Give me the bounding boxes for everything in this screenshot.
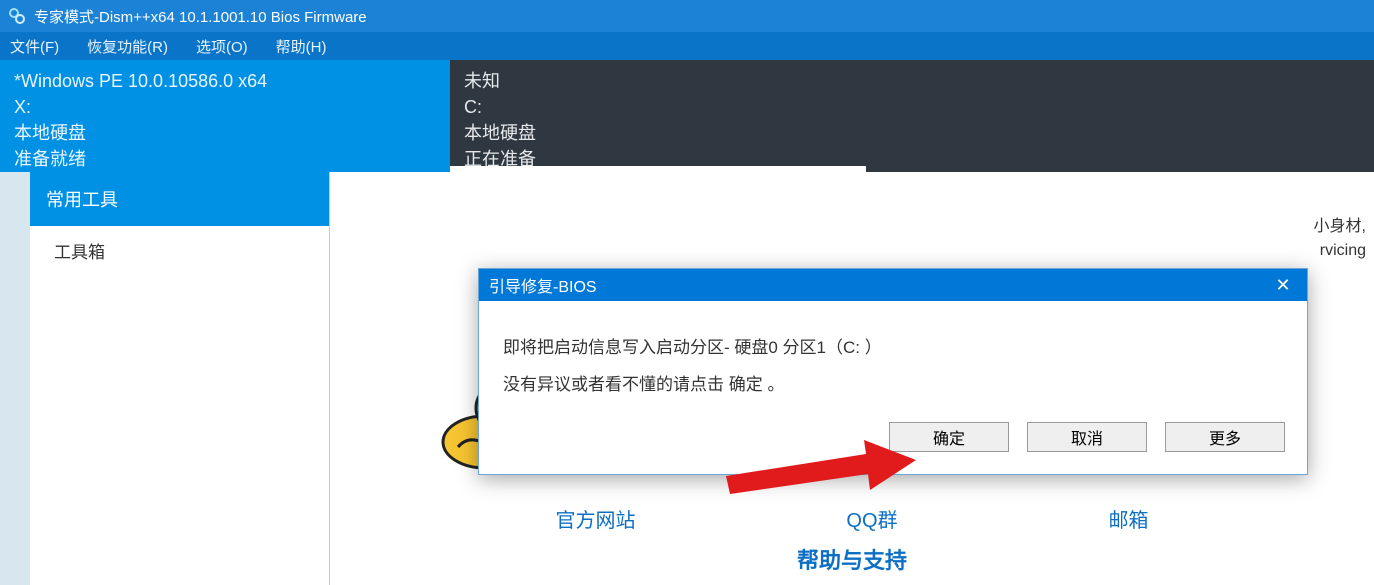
boot-repair-dialog: 引导修复-BIOS ✕ 即将把启动信息写入启动分区- 硬盘0 分区1（C: ） … bbox=[478, 268, 1308, 475]
os2-drive: C: bbox=[464, 94, 1360, 120]
os-info-left[interactable]: *Windows PE 10.0.10586.0 x64 X: 本地硬盘 准备就… bbox=[0, 60, 450, 172]
sidebar-header: 常用工具 bbox=[30, 172, 329, 226]
menubar: 文件(F) 恢复功能(R) 选项(O) 帮助(H) bbox=[0, 32, 1374, 60]
link-mail[interactable]: 邮箱 bbox=[1109, 504, 1149, 533]
titlebar: 专家模式-Dism++x64 10.1.1001.10 Bios Firmwar… bbox=[0, 0, 1374, 32]
os-info-row: *Windows PE 10.0.10586.0 x64 X: 本地硬盘 准备就… bbox=[0, 60, 1374, 172]
os-status: 准备就绪 bbox=[14, 146, 436, 172]
more-button[interactable]: 更多 bbox=[1165, 422, 1285, 452]
menu-recovery[interactable]: 恢复功能(R) bbox=[87, 36, 168, 57]
menu-file[interactable]: 文件(F) bbox=[10, 36, 59, 57]
dialog-titlebar: 引导修复-BIOS ✕ bbox=[479, 269, 1307, 301]
os-info-right[interactable]: 未知 C: 本地硬盘 正在准备 bbox=[450, 60, 1374, 172]
menu-options[interactable]: 选项(O) bbox=[196, 36, 248, 57]
blurb-line2: rvicing bbox=[1314, 239, 1366, 263]
dialog-line1: 即将把启动信息写入启动分区- 硬盘0 分区1（C: ） bbox=[503, 329, 1283, 366]
os2-disk-type: 本地硬盘 bbox=[464, 120, 1360, 146]
dialog-line2: 没有异议或者看不懂的请点击 确定 。 bbox=[503, 366, 1283, 403]
os-disk-type: 本地硬盘 bbox=[14, 120, 436, 146]
sidebar-item-toolbox[interactable]: 工具箱 bbox=[30, 226, 329, 275]
dialog-title-text: 引导修复-BIOS bbox=[489, 273, 597, 297]
links-row: 官方网站 QQ群 邮箱 bbox=[330, 504, 1374, 533]
os-name: *Windows PE 10.0.10586.0 x64 bbox=[14, 68, 436, 94]
menu-help[interactable]: 帮助(H) bbox=[276, 36, 327, 57]
dialog-buttons: 确定 取消 更多 bbox=[479, 422, 1307, 474]
ok-button[interactable]: 确定 bbox=[889, 422, 1009, 452]
right-blurb: 小身材, rvicing bbox=[1314, 215, 1366, 263]
os2-name: 未知 bbox=[464, 68, 1360, 94]
cancel-button[interactable]: 取消 bbox=[1027, 422, 1147, 452]
dialog-body: 即将把启动信息写入启动分区- 硬盘0 分区1（C: ） 没有异议或者看不懂的请点… bbox=[479, 301, 1307, 422]
help-section-title: 帮助与支持 bbox=[330, 533, 1374, 585]
link-official-site[interactable]: 官方网站 bbox=[555, 504, 635, 533]
os-drive: X: bbox=[14, 94, 436, 120]
window-title: 专家模式-Dism++x64 10.1.1001.10 Bios Firmwar… bbox=[34, 6, 367, 27]
left-margin bbox=[0, 172, 30, 585]
app-icon bbox=[8, 7, 26, 25]
close-icon[interactable]: ✕ bbox=[1269, 271, 1297, 299]
blurb-line1: 小身材, bbox=[1314, 215, 1366, 239]
sidebar: 常用工具 工具箱 bbox=[30, 172, 330, 585]
link-qq-group[interactable]: QQ群 bbox=[846, 504, 897, 533]
